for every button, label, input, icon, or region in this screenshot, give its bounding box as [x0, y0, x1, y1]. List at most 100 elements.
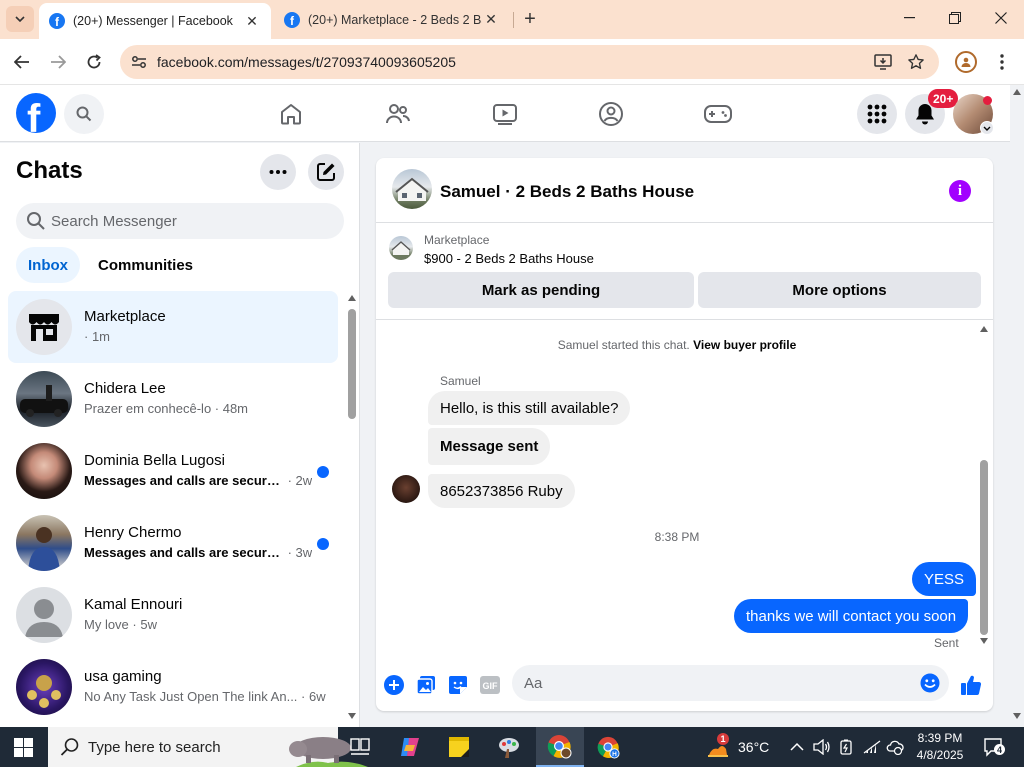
url-text: facebook.com/messages/t/2709374009360520… [157, 54, 456, 70]
chat-options-button[interactable] [260, 154, 296, 190]
incoming-message[interactable]: Message sent [428, 428, 551, 465]
home-icon [281, 104, 301, 125]
home-nav-button[interactable] [276, 99, 306, 129]
windows-taskbar: Type here to search H 1 36°C 8:39 PM 4/8… [0, 727, 1024, 767]
chrome-profile-icon[interactable]: H [596, 735, 620, 759]
restore-button[interactable] [932, 0, 978, 36]
more-options-button[interactable]: More options [698, 272, 981, 308]
gif-icon: GIF [480, 676, 500, 694]
browser-tab-marketplace[interactable]: f (20+) Marketplace - 2 Beds 2 Ba ✕ [274, 3, 510, 36]
close-window-button[interactable] [978, 0, 1024, 36]
scroll-up-arrow-icon[interactable] [348, 295, 356, 301]
page-scrollbar[interactable] [1010, 85, 1024, 727]
copilot-icon[interactable] [398, 735, 422, 759]
conversation-avatar[interactable] [392, 169, 432, 209]
paint-app-icon[interactable] [497, 735, 521, 759]
avatar [16, 587, 72, 643]
weather-widget[interactable]: 1 36°C [706, 727, 769, 767]
chat-item-marketplace[interactable]: Marketplace · 1m [8, 291, 338, 363]
chat-item-dominia-bella-lugosi[interactable]: Dominia Bella Lugosi Messages and calls … [8, 435, 338, 507]
browser-menu-icon[interactable] [994, 50, 1010, 74]
browser-profile-icon[interactable] [955, 51, 977, 73]
chat-item-henry-chermo[interactable]: Henry Chermo Messages and calls are secu… [8, 507, 338, 579]
scrollbar-thumb[interactable] [348, 309, 356, 419]
gif-button[interactable]: GIF [478, 673, 502, 697]
message-thread-scrollbar[interactable] [978, 324, 990, 649]
incoming-message[interactable]: Hello, is this still available? [428, 391, 631, 425]
chat-item-kamal-ennouri[interactable]: Kamal Ennouri My love · 5w [8, 579, 338, 651]
tab-title: (20+) Marketplace - 2 Beds 2 Ba [308, 12, 482, 27]
grid-icon [867, 104, 887, 124]
friends-nav-button[interactable] [383, 99, 413, 129]
new-tab-button[interactable]: + [519, 8, 541, 30]
browser-tab-messenger[interactable]: f (20+) Messenger | Facebook ✕ [39, 3, 271, 39]
scroll-up-arrow-icon[interactable] [980, 326, 988, 332]
weather-temperature: 36°C [738, 739, 770, 755]
battery-icon[interactable] [838, 727, 854, 767]
chrome-icon [547, 735, 572, 759]
groups-nav-button[interactable] [596, 99, 626, 129]
mark-as-pending-button[interactable]: Mark as pending [388, 272, 694, 308]
taskbar-clock[interactable]: 8:39 PM 4/8/2025 [910, 730, 970, 764]
chat-list: Marketplace · 1m Chidera Lee Prazer em c… [8, 291, 338, 721]
facebook-search-button[interactable] [64, 94, 104, 134]
more-actions-button[interactable] [382, 673, 406, 697]
search-messenger-input[interactable]: Search Messenger [16, 203, 344, 239]
scroll-down-arrow-icon[interactable] [980, 638, 988, 644]
forward-button[interactable] [45, 49, 71, 75]
volume-icon[interactable] [813, 727, 831, 767]
address-bar[interactable]: facebook.com/messages/t/2709374009360520… [120, 45, 939, 79]
svg-text:H: H [612, 751, 617, 758]
close-tab-icon[interactable]: ✕ [482, 11, 500, 29]
task-view-icon[interactable] [348, 735, 372, 759]
sticky-notes-icon[interactable] [447, 735, 471, 759]
tab-inbox[interactable]: Inbox [16, 247, 80, 283]
install-app-icon[interactable] [873, 52, 893, 72]
unread-dot [317, 538, 329, 550]
listing-thumbnail[interactable] [389, 236, 413, 260]
tab-communities[interactable]: Communities [86, 247, 205, 283]
wifi-icon[interactable] [862, 727, 882, 767]
incoming-message[interactable]: 8652373856 Ruby [428, 474, 575, 508]
menu-grid-button[interactable] [857, 94, 897, 134]
sender-avatar[interactable] [392, 475, 420, 503]
gaming-nav-button[interactable] [703, 99, 733, 129]
bookmark-star-icon[interactable] [906, 52, 926, 72]
outgoing-message[interactable]: YESS [912, 562, 977, 596]
cloud-sync-icon[interactable] [886, 727, 904, 767]
site-info-icon[interactable] [130, 53, 148, 71]
reload-button[interactable] [81, 49, 107, 75]
chat-item-usa-gaming[interactable]: usa gaming No Any Task Just Open The lin… [8, 651, 338, 721]
scrollbar-thumb[interactable] [980, 460, 988, 635]
view-buyer-profile-link[interactable]: View buyer profile [693, 338, 796, 352]
close-tab-icon[interactable]: ✕ [243, 12, 261, 30]
avatar [16, 371, 72, 427]
taskbar-chrome-active[interactable] [536, 727, 584, 767]
video-nav-button[interactable] [490, 99, 520, 129]
windows-start-icon[interactable] [14, 738, 33, 757]
new-message-button[interactable] [308, 154, 344, 190]
chat-list-scrollbar[interactable] [346, 293, 358, 723]
tab-search-button[interactable] [6, 6, 34, 32]
chevron-down-icon [15, 16, 25, 22]
attach-photo-button[interactable] [414, 673, 438, 697]
chat-item-chidera-lee[interactable]: Chidera Lee Prazer em conhecê-lo · 48m [8, 363, 338, 435]
like-button[interactable] [959, 673, 983, 697]
show-hidden-icons[interactable] [790, 727, 804, 767]
minimize-button[interactable] [886, 0, 932, 36]
facebook-logo-icon[interactable]: f [16, 93, 56, 133]
listing-title[interactable]: $900 - 2 Beds 2 Baths House [424, 251, 594, 266]
sticker-button[interactable] [446, 673, 470, 697]
conversation-title[interactable]: Samuel · 2 Beds 2 Baths House [440, 182, 694, 202]
taskbar-search-box[interactable]: Type here to search [48, 727, 368, 767]
scroll-down-arrow-icon[interactable] [348, 713, 356, 719]
back-button[interactable] [9, 49, 35, 75]
notification-center-icon[interactable]: 4 [983, 737, 1005, 757]
message-input[interactable]: Aa [512, 665, 949, 701]
scroll-down-arrow-icon[interactable] [1013, 713, 1021, 719]
account-avatar[interactable] [953, 94, 994, 135]
conversation-info-icon[interactable]: i [949, 180, 971, 202]
emoji-icon[interactable] [920, 673, 940, 693]
outgoing-message[interactable]: thanks we will contact you soon [734, 599, 969, 633]
scroll-up-arrow-icon[interactable] [1013, 89, 1021, 95]
